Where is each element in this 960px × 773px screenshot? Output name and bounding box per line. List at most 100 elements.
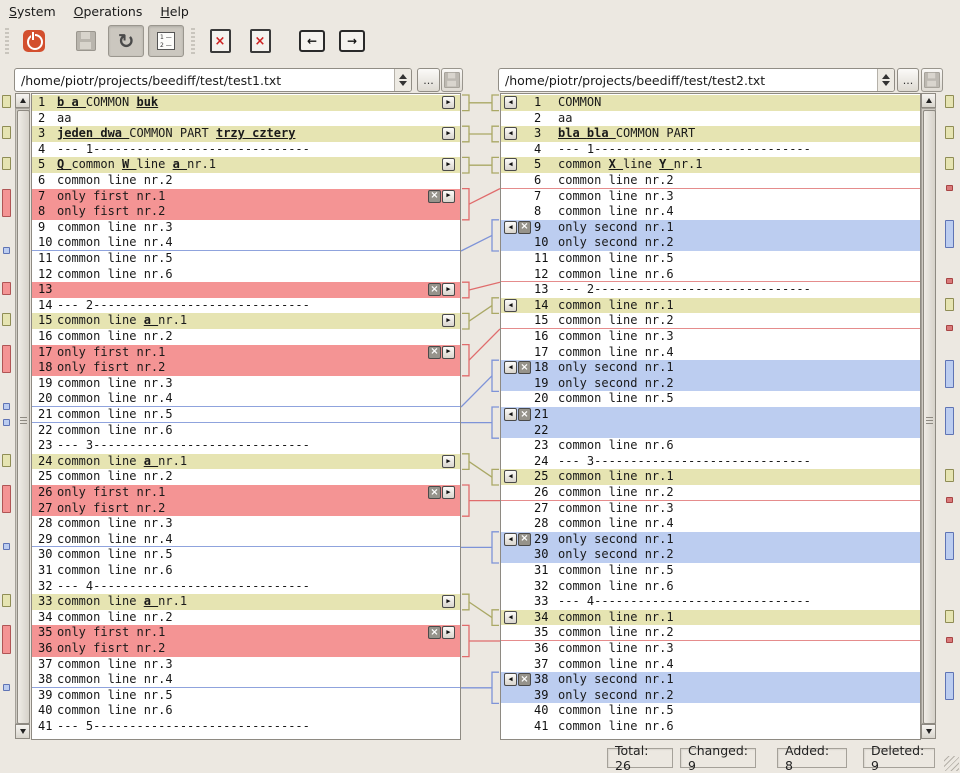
apply-to-right-button[interactable]: ▶ xyxy=(442,455,455,468)
diff-line-left-8: 8only fisrt nr.2 xyxy=(32,204,460,220)
apply-to-right-button[interactable]: ▶ xyxy=(442,595,455,608)
apply-to-left-button[interactable]: ◀ xyxy=(504,611,517,624)
apply-to-left-button[interactable]: ◀ xyxy=(504,127,517,140)
scroll-up-button[interactable] xyxy=(15,93,30,108)
apply-to-left-button[interactable]: ◀ xyxy=(504,221,517,234)
left-overview-gutter[interactable] xyxy=(1,93,13,739)
recompare-button[interactable]: ↻ xyxy=(108,25,144,57)
apply-to-right-button[interactable]: ▶ xyxy=(442,346,455,359)
apply-to-left-button[interactable]: ◀ xyxy=(504,158,517,171)
line-number: 11 xyxy=(534,251,548,267)
left-file-combo-spinner[interactable] xyxy=(394,69,411,91)
right-save-button[interactable] xyxy=(921,68,943,92)
scroll-down-button[interactable] xyxy=(15,724,30,739)
line-numbers-button[interactable]: 1 —2 — xyxy=(148,25,184,57)
diff-line-right-18: 18only second nr.1◀× xyxy=(501,360,920,376)
toolbar-grip[interactable] xyxy=(3,28,11,54)
diff-line-right-32: 32common line nr.6 xyxy=(501,579,920,595)
line-text: common line nr.4 xyxy=(558,345,674,361)
apply-to-right-button[interactable]: ▶ xyxy=(442,127,455,140)
apply-to-right-button[interactable]: ▶ xyxy=(442,314,455,327)
apply-to-left-button[interactable]: ◀ xyxy=(504,533,517,546)
apply-to-left-button[interactable]: ◀ xyxy=(504,361,517,374)
insertion-point-mark xyxy=(3,419,10,426)
merge-to-left-button[interactable]: ← xyxy=(294,25,330,57)
resize-grip[interactable] xyxy=(944,756,959,771)
diff-line-left-38: 38common line nr.4 xyxy=(32,672,460,688)
left-save-button[interactable] xyxy=(441,68,463,92)
diff-line-right-2: 2aa xyxy=(501,111,920,127)
delete-chunk-button[interactable]: × xyxy=(518,221,531,234)
line-number: 7 xyxy=(534,189,541,205)
diff-line-right-8: 8common line nr.4 xyxy=(501,204,920,220)
apply-to-right-button[interactable]: ▶ xyxy=(442,486,455,499)
menu-bar: SystemOperationsHelp xyxy=(0,0,960,22)
apply-to-left-button[interactable]: ◀ xyxy=(504,408,517,421)
menu-operations[interactable]: Operations xyxy=(65,1,152,22)
right-browse-button[interactable]: ... xyxy=(897,68,919,92)
apply-to-right-button[interactable]: ▶ xyxy=(442,158,455,171)
delete-chunk-button[interactable]: × xyxy=(428,346,441,359)
line-text: --- 1------------------------------ xyxy=(57,142,310,158)
delete-chunk-button[interactable]: × xyxy=(428,190,441,203)
left-browse-button[interactable]: ... xyxy=(417,68,440,92)
delete-chunk-button[interactable]: × xyxy=(518,408,531,421)
diff-line-right-5: 5common X line Y nr.1◀ xyxy=(501,157,920,173)
diff-line-left-40: 40common line nr.6 xyxy=(32,703,460,719)
left-file-combo[interactable]: /home/piotr/projects/beediff/test/test1.… xyxy=(14,68,412,92)
toolbar-grip[interactable] xyxy=(189,28,197,54)
left-diff-pane[interactable]: 1b a COMMON buk▶2aa3jeden dwa COMMON PAR… xyxy=(31,93,461,740)
scroll-down-button[interactable] xyxy=(921,724,936,739)
line-number: 30 xyxy=(534,547,548,563)
diff-line-right-38: 38only second nr.1◀× xyxy=(501,672,920,688)
menu-system[interactable]: System xyxy=(0,1,65,22)
line-text: only first nr.1 xyxy=(57,345,165,361)
line-number: 39 xyxy=(534,688,548,704)
delete-chunk-button[interactable]: × xyxy=(428,283,441,296)
apply-to-right-button[interactable]: ▶ xyxy=(442,283,455,296)
right-diff-pane[interactable]: 1COMMON◀2aa3bla bla COMMON PART◀4--- 1--… xyxy=(500,93,921,740)
menu-help[interactable]: Help xyxy=(151,1,198,22)
quit-button[interactable] xyxy=(16,25,52,57)
apply-to-right-button[interactable]: ▶ xyxy=(442,626,455,639)
diff-line-left-27: 27only fisrt nr.2 xyxy=(32,501,460,517)
delete-chunk-button[interactable]: × xyxy=(428,626,441,639)
delete-chunk-button[interactable]: × xyxy=(518,673,531,686)
delete-chunk-button[interactable]: × xyxy=(518,361,531,374)
diff-line-left-37: 37common line nr.3 xyxy=(32,657,460,673)
apply-to-left-button[interactable]: ◀ xyxy=(504,673,517,686)
diff-line-right-7: 7common line nr.3 xyxy=(501,189,920,205)
merge-to-right-button[interactable]: → xyxy=(334,25,370,57)
apply-to-left-button[interactable]: ◀ xyxy=(504,299,517,312)
right-scrollbar[interactable] xyxy=(921,93,936,739)
scroll-up-button[interactable] xyxy=(921,93,936,108)
line-number: 33 xyxy=(534,594,548,610)
line-text: common line nr.2 xyxy=(57,329,173,345)
line-number: 4 xyxy=(534,142,541,158)
right-overview-gutter[interactable] xyxy=(944,93,956,739)
diff-line-left-3: 3jeden dwa COMMON PART trzy cztery▶ xyxy=(32,126,460,142)
left-file-path: /home/piotr/projects/beediff/test/test1.… xyxy=(15,73,394,88)
delete-chunk-button[interactable]: × xyxy=(518,533,531,546)
line-number: 28 xyxy=(534,516,548,532)
apply-to-right-button[interactable]: ▶ xyxy=(442,190,455,203)
scrollbar-trough[interactable] xyxy=(15,108,30,724)
right-file-combo[interactable]: /home/piotr/projects/beediff/test/test2.… xyxy=(498,68,895,92)
scrollbar-thumb[interactable] xyxy=(17,110,30,724)
delete-chunk-button[interactable]: × xyxy=(428,486,441,499)
left-scrollbar[interactable] xyxy=(15,93,30,739)
save-button[interactable] xyxy=(68,25,104,57)
apply-to-right-button[interactable]: ▶ xyxy=(442,96,455,109)
diff-line-left-21: 21common line nr.5 xyxy=(32,407,460,423)
remove-second-button[interactable]: × xyxy=(242,25,278,57)
line-number: 23 xyxy=(38,438,52,454)
line-text: common line nr.5 xyxy=(57,547,173,563)
right-file-combo-spinner[interactable] xyxy=(877,69,894,91)
remove-first-button[interactable]: × xyxy=(202,25,238,57)
apply-to-left-button[interactable]: ◀ xyxy=(504,470,517,483)
apply-to-left-button[interactable]: ◀ xyxy=(504,96,517,109)
scrollbar-thumb[interactable] xyxy=(923,110,936,724)
diff-line-right-37: 37common line nr.4 xyxy=(501,657,920,673)
scrollbar-trough[interactable] xyxy=(921,108,936,724)
thumb-grip-icon xyxy=(20,417,27,424)
